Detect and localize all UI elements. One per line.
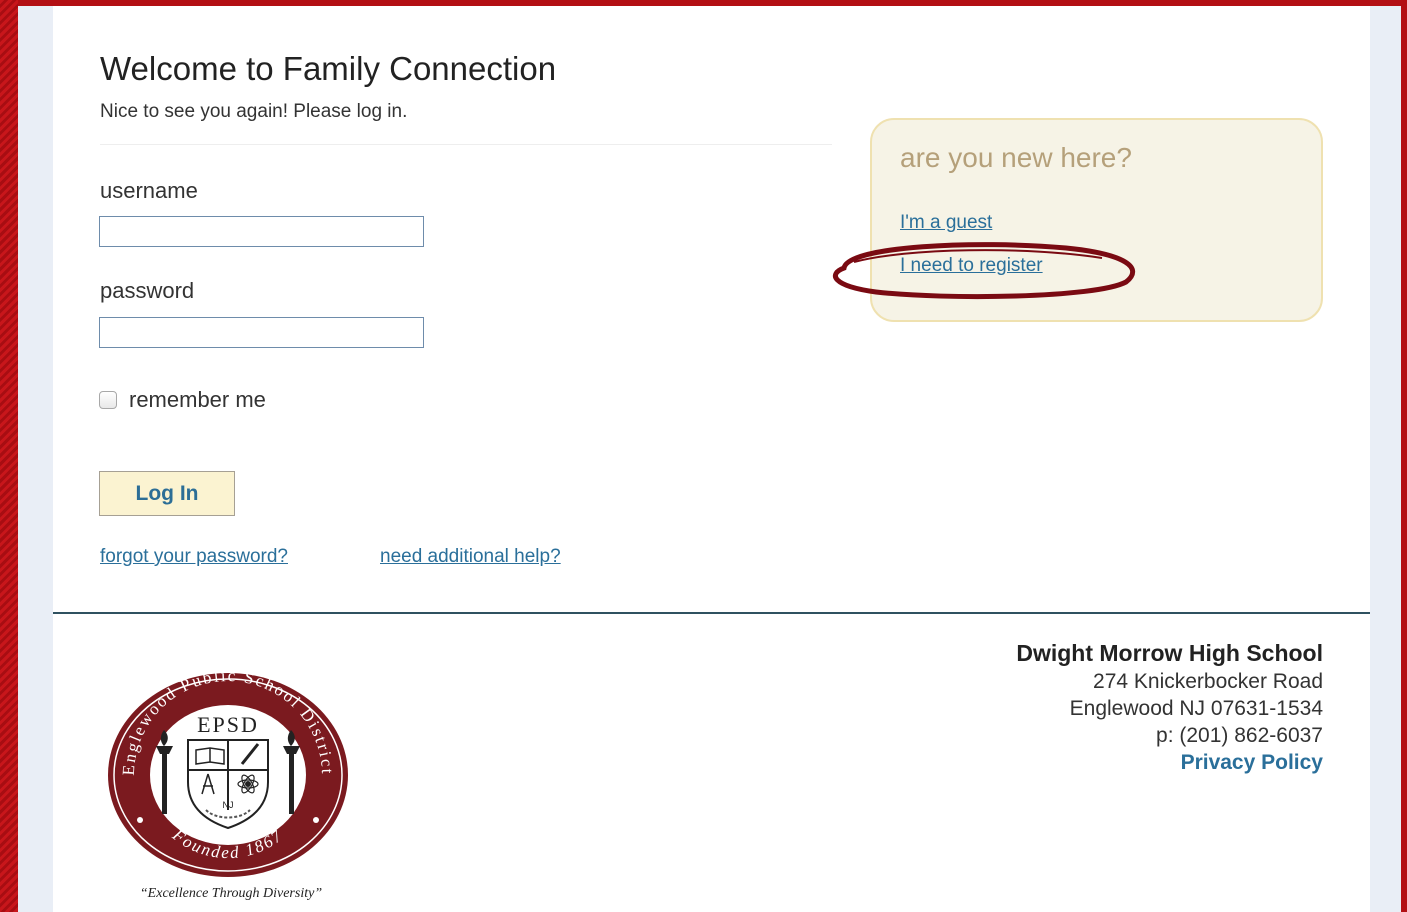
footer-divider <box>53 612 1370 614</box>
svg-text:EPSD: EPSD <box>197 712 259 737</box>
forgot-password-link[interactable]: forgot your password? <box>100 546 288 568</box>
new-user-title: are you new here? <box>900 142 1132 173</box>
username-input[interactable] <box>99 216 424 247</box>
privacy-policy-link[interactable]: Privacy Policy <box>1016 749 1323 776</box>
district-seal-logo: Englewood Public School District Founded… <box>108 670 348 877</box>
svg-text:NJ: NJ <box>223 800 234 810</box>
district-motto: “Excellence Through Diversity” <box>139 886 323 901</box>
window-frame-left <box>0 0 18 912</box>
school-street: 274 Knickerbocker Road <box>1093 670 1323 693</box>
page-subtitle: Nice to see you again! Please log in. <box>100 101 408 122</box>
guest-link[interactable]: I'm a guest <box>900 212 992 234</box>
school-name: Dwight Morrow High School <box>1016 640 1323 666</box>
password-label: password <box>100 278 195 303</box>
school-address-block: Dwight Morrow High School 274 Knickerboc… <box>1016 638 1323 776</box>
remember-me-label[interactable]: remember me <box>129 387 266 413</box>
page-title: Welcome to Family Connection <box>100 50 557 87</box>
username-label: username <box>100 178 198 203</box>
remember-me-checkbox[interactable] <box>99 391 117 409</box>
school-city: Englewood NJ 07631-1534 <box>1069 697 1323 720</box>
password-input[interactable] <box>99 317 424 348</box>
login-page: Welcome to Family Connection Nice to see… <box>53 6 1370 912</box>
log-in-button[interactable]: Log In <box>99 471 235 516</box>
window-frame-right <box>1401 0 1407 912</box>
need-help-link[interactable]: need additional help? <box>380 546 561 568</box>
header-divider <box>100 144 832 145</box>
register-annotation-ellipse <box>832 242 1136 300</box>
remember-me-row[interactable]: remember me <box>99 387 266 413</box>
school-phone: p: (201) 862-6037 <box>1156 724 1323 747</box>
